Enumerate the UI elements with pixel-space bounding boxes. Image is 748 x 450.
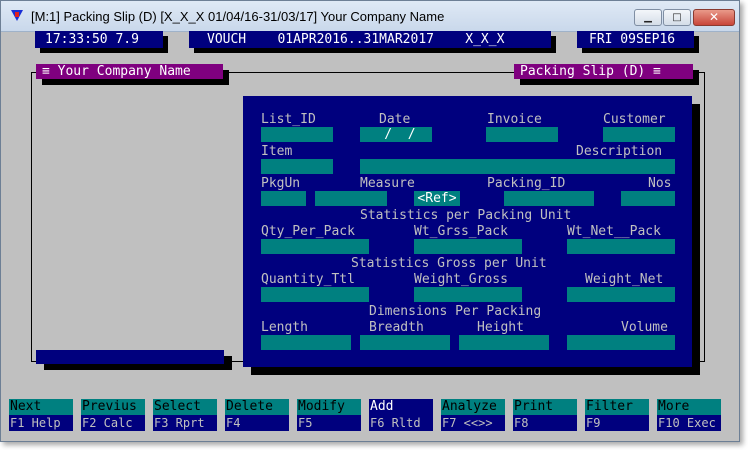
measure-field[interactable] [315, 191, 387, 206]
breadth-label: Breadth [369, 320, 424, 335]
customer-field[interactable] [603, 127, 675, 142]
stats-gross-heading: Statistics Gross per Unit [351, 256, 547, 271]
weight-gross-field[interactable] [414, 287, 522, 302]
length-field[interactable] [261, 335, 351, 350]
fkey-delete[interactable]: Delete F4 [225, 399, 289, 431]
date-label: Date [379, 112, 411, 127]
qty-per-pack-field[interactable] [261, 239, 369, 254]
nos-field[interactable] [621, 191, 675, 206]
weight-gross-label: Weight_Gross [414, 272, 508, 287]
pkgun-label: PkgUn [261, 176, 301, 191]
nos-label: Nos [648, 176, 672, 191]
fkey-add[interactable]: Add F6 Rltd [369, 399, 433, 431]
status-time-version: 17:33:50 7.9 [35, 31, 163, 48]
fkey-filter[interactable]: Filter F9 [585, 399, 649, 431]
measure-ref-field[interactable]: <Ref> [414, 191, 460, 206]
status-vouch-period: VOUCH 01APR2016..31MAR2017 X_X_X [189, 31, 551, 48]
function-key-bar: Next F1 Help Previus F2 Calc Select F3 Rprt… [9, 399, 729, 431]
fkey-more[interactable]: More F10 Exec [657, 399, 721, 431]
fkey-next[interactable]: Next F1 Help [9, 399, 73, 431]
stats-per-pack-heading: Statistics per Packing Unit [360, 208, 572, 223]
weight-net-label: Weight_Net [585, 272, 664, 287]
customer-label: Customer [603, 112, 666, 127]
quantity-ttl-field[interactable] [261, 287, 369, 302]
fkey-print[interactable]: Print F8 [513, 399, 577, 431]
maximize-button[interactable]: □ [663, 9, 691, 26]
item-label: Item [261, 144, 293, 159]
description-field[interactable] [360, 159, 675, 174]
close-button[interactable]: ✕ [693, 9, 735, 26]
window-title: [M:1] Packing Slip (D) [X_X_X 01/04/16-3… [31, 9, 445, 24]
company-header[interactable]: ≡ Your Company Name [36, 64, 223, 79]
volume-label: Volume [621, 320, 668, 335]
qty-per-pack-label: Qty_Per_Pack [261, 224, 355, 239]
app-window: [M:1] Packing Slip (D) [X_X_X 01/04/16-3… [0, 0, 740, 442]
packing-slip-panel: List_ID Date Invoice Customer / / Item D… [243, 96, 692, 367]
status-date: FRI 09SEP16 [577, 31, 694, 48]
title-bar[interactable]: [M:1] Packing Slip (D) [X_X_X 01/04/16-3… [1, 1, 739, 32]
invoice-label: Invoice [487, 112, 542, 127]
fkey-analyze[interactable]: Analyze F7 <<>> [441, 399, 505, 431]
form-title-header[interactable]: Packing Slip (D) ≡ [514, 64, 693, 79]
height-label: Height [477, 320, 524, 335]
wt-grss-pack-label: Wt_Grss_Pack [414, 224, 508, 239]
description-label: Description [576, 144, 663, 159]
fkey-previus[interactable]: Previus F2 Calc [81, 399, 145, 431]
packing-id-label: Packing_ID [487, 176, 566, 191]
fkey-select[interactable]: Select F3 Rprt [153, 399, 217, 431]
breadth-field[interactable] [360, 335, 450, 350]
invoice-field[interactable] [486, 127, 558, 142]
date-field[interactable]: / / [360, 127, 432, 142]
app-logo-icon[interactable] [11, 10, 23, 21]
left-list-bar [36, 350, 224, 364]
wt-grss-pack-field[interactable] [414, 239, 522, 254]
quantity-ttl-label: Quantity_Ttl [261, 272, 355, 287]
packing-id-field[interactable] [504, 191, 594, 206]
wt-net-pack-field[interactable] [567, 239, 675, 254]
wt-net-pack-label: Wt_Net__Pack [567, 224, 661, 239]
volume-field[interactable] [567, 335, 675, 350]
minimize-button[interactable]: ▁ [634, 9, 662, 26]
height-field[interactable] [459, 335, 549, 350]
list-id-field[interactable] [261, 127, 333, 142]
measure-label: Measure [360, 176, 415, 191]
dimensions-heading: Dimensions Per Packing [369, 304, 542, 319]
pkgun-field[interactable] [261, 191, 306, 206]
item-field[interactable] [261, 159, 333, 174]
length-label: Length [261, 320, 308, 335]
list-id-label: List_ID [261, 112, 316, 127]
fkey-modify[interactable]: Modify F5 [297, 399, 361, 431]
weight-net-field[interactable] [567, 287, 675, 302]
